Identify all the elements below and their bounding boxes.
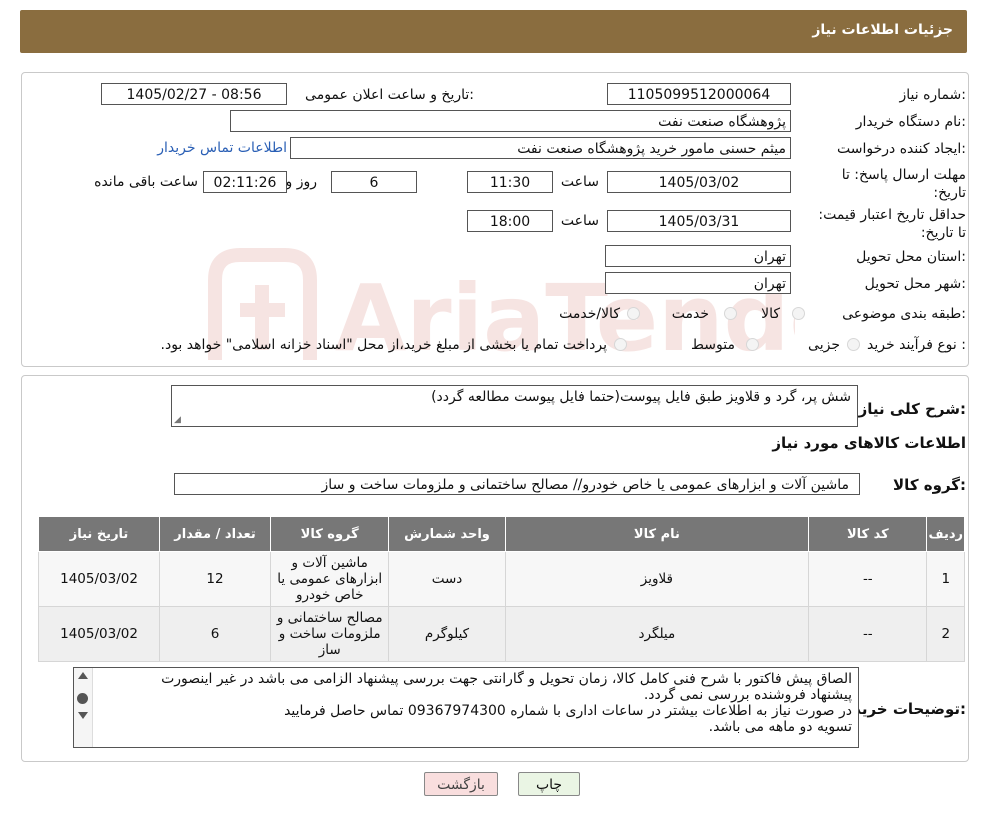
page-header: جزئیات اطلاعات نیاز [20, 10, 967, 53]
announce-field: 1405/02/27 - 08:56 [101, 83, 287, 105]
deadline-label: مهلت ارسال پاسخ: تا تاریخ: [841, 167, 966, 201]
goods-section-title: اطلاعات کالاهای مورد نیاز [772, 434, 966, 452]
deadline-date-field: 1405/03/02 [607, 171, 791, 193]
process-label: نوع فرآیند خرید : [867, 337, 966, 353]
notes-line: پیشنهاد فروشنده بررسی نمی گردد. [643, 687, 852, 703]
city-label: شهر محل تحویل: [864, 276, 966, 292]
cell-unit: کیلوگرم [388, 606, 506, 662]
notes-line: در صورت نیاز به اطلاعات بیشتر در ساعات ا… [284, 703, 852, 719]
cell-date: 1405/03/02 [37, 606, 161, 662]
category-option-goods: کالا [761, 306, 780, 322]
notes-line: الصاق پیش فاکتور با شرح فنی کامل کالا، ز… [161, 671, 852, 687]
days-field: 6 [331, 171, 417, 193]
col-header-code: کد کالا [808, 516, 928, 552]
table-header-row: ردیف کد کالا نام کالا واحد شمارش گروه کا… [37, 516, 965, 552]
process-option-medium: متوسط [691, 337, 735, 353]
scroll-up-icon[interactable] [78, 672, 88, 679]
back-button[interactable]: بازگشت [424, 772, 498, 796]
goods-group-field: ماشین آلات و ابزارهای عمومی یا خاص خودرو… [174, 473, 860, 495]
cell-row-number: 2 [926, 606, 965, 662]
cell-code: -- [808, 606, 928, 662]
cell-row-number: 1 [926, 551, 965, 607]
cell-group: مصالح ساختمانی و ملزومات ساخت و ساز [269, 606, 390, 662]
notes-field[interactable]: الصاق پیش فاکتور با شرح فنی کامل کالا، ز… [73, 667, 859, 748]
validity-label: حداقل تاریخ اعتبار قیمت: تا تاریخ: [818, 207, 966, 241]
requester-label: ایجاد کننده درخواست: [837, 141, 966, 157]
table-row: 1 -- قلاویز دست ماشین آلات و ابزارهای عم… [37, 551, 965, 607]
col-header-group: گروه کالا [269, 516, 390, 552]
cell-name: قلاویز [504, 551, 810, 607]
goods-group-label: گروه کالا: [893, 476, 966, 494]
process-radio-medium[interactable] [746, 338, 759, 351]
process-radio-minor[interactable] [847, 338, 860, 351]
category-option-both: کالا/خدمت [559, 306, 620, 322]
items-table: ردیف کد کالا نام کالا واحد شمارش گروه کا… [37, 516, 965, 662]
deadline-time-label: ساعت [560, 174, 599, 190]
resize-handle-icon: ◢ [174, 415, 181, 425]
cell-unit: دست [388, 551, 506, 607]
scroll-thumb[interactable] [77, 693, 88, 704]
cell-name: میلگرد [504, 606, 810, 662]
need-number-field: 1105099512000064 [607, 83, 791, 105]
buyer-contact-link[interactable]: اطلاعات تماس خریدار [157, 140, 287, 156]
col-header-row: ردیف [926, 516, 965, 552]
notes-text: الصاق پیش فاکتور با شرح فنی کامل کالا، ز… [96, 671, 852, 735]
description-text: شش پر، گرد و قلاویز طبق فایل پیوست(حتما … [431, 389, 851, 405]
requester-field: میثم حسنی مامور خرید پژوهشگاه صنعت نفت [290, 137, 791, 159]
category-radio-service[interactable] [724, 307, 737, 320]
notes-line: تسویه دو ماهه می باشد. [708, 719, 852, 735]
cell-date: 1405/03/02 [37, 551, 161, 607]
cell-code: -- [808, 551, 928, 607]
validity-date-field: 1405/03/31 [607, 210, 791, 232]
province-field: تهران [605, 245, 791, 267]
cell-qty: 12 [159, 551, 271, 607]
col-header-name: نام کالا [504, 516, 810, 552]
page-title: جزئیات اطلاعات نیاز [812, 22, 953, 38]
days-label: روز و [285, 174, 318, 190]
print-button[interactable]: چاپ [518, 772, 580, 796]
need-number-label: شماره نیاز: [899, 87, 966, 103]
cell-group: ماشین آلات و ابزارهای عمومی یا خاص خودرو [269, 551, 390, 607]
buyer-org-label: نام دستگاه خریدار: [855, 114, 966, 130]
description-label: شرح کلی نیاز: [858, 400, 966, 418]
col-header-unit: واحد شمارش [388, 516, 506, 552]
buyer-org-field: پژوهشگاه صنعت نفت [230, 110, 791, 132]
announce-label: تاریخ و ساعت اعلان عمومی: [305, 87, 474, 103]
validity-time-label: ساعت [560, 213, 599, 229]
category-option-service: خدمت [671, 306, 709, 322]
col-header-date: تاریخ نیاز [37, 516, 161, 552]
description-field: شش پر، گرد و قلاویز طبق فایل پیوست(حتما … [171, 385, 858, 427]
process-radio-treasury[interactable] [614, 338, 627, 351]
scroll-down-icon[interactable] [78, 712, 88, 719]
process-option-minor: جزیی [808, 337, 840, 353]
cell-qty: 6 [159, 606, 271, 662]
deadline-time-field: 11:30 [467, 171, 553, 193]
remaining-label: ساعت باقی مانده [94, 174, 198, 190]
notes-scrollbar[interactable] [74, 668, 93, 747]
validity-time-field: 18:00 [467, 210, 553, 232]
category-radio-goods[interactable] [792, 307, 805, 320]
table-row: 2 -- میلگرد کیلوگرم مصالح ساختمانی و ملز… [37, 606, 965, 662]
remaining-time-field: 02:11:26 [203, 171, 287, 193]
category-radio-both[interactable] [627, 307, 640, 320]
city-field: تهران [605, 272, 791, 294]
process-note: پرداخت تمام یا بخشی از مبلغ خرید،از محل … [160, 337, 607, 353]
province-label: استان محل تحویل: [856, 249, 966, 265]
category-label: طبقه بندی موضوعی: [842, 306, 966, 322]
col-header-qty: تعداد / مقدار [159, 516, 271, 552]
